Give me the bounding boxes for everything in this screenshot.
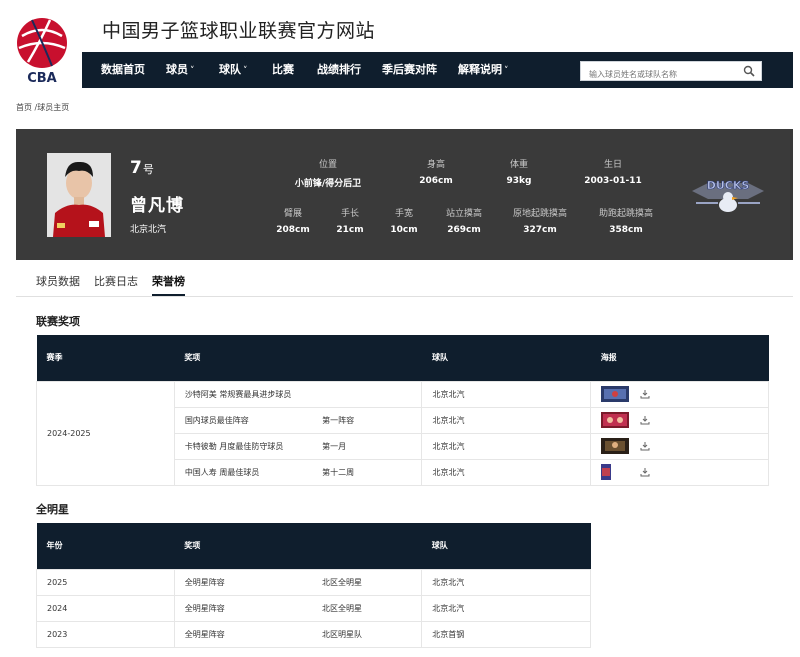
breadcrumb: 首页 /球员主页 <box>16 103 70 112</box>
chevron-down-icon: ˅ <box>243 66 248 76</box>
nav-standings[interactable]: 战绩排行 <box>317 52 361 88</box>
award-cell: 全明星阵容 <box>173 568 312 596</box>
stat-height: 身高 206cm <box>419 160 453 186</box>
player-card: 7号 曾凡博 北京北汽 位置 小前锋/得分后卫 身高 206cm 体重 93kg 生日… <box>16 129 793 260</box>
player-team: 北京北汽 <box>130 225 167 235</box>
logo-text: CBA <box>27 71 57 86</box>
year-cell: 2024 <box>36 594 175 622</box>
award-detail-cell: 北区全明星 <box>312 568 423 596</box>
award-cell: 全明星阵容 <box>173 594 312 622</box>
col-header: 海报 <box>590 335 769 381</box>
award-cell: 中国人寿 周最佳球员 <box>173 458 313 486</box>
col-header: 赛季 <box>36 335 175 381</box>
stat-position: 位置 小前锋/得分后卫 <box>294 160 362 189</box>
stat-weight: 体重 93kg <box>506 160 532 186</box>
team-cell: 北京北汽 <box>421 594 591 622</box>
stat-standing-vertical: 原地起跳摸高 327cm <box>512 209 567 235</box>
nav-playoffs[interactable]: 季后赛对阵 <box>382 52 437 88</box>
team-logo-text: DUCKS <box>707 179 750 192</box>
col-header: 年份 <box>36 523 175 569</box>
main-nav: 数据首页 球员 ˅ 球队 ˅ 比赛 战绩排行 季后赛对阵 解释说明 ˅ <box>82 52 793 88</box>
award-detail-cell: 第一阵容 <box>312 406 423 434</box>
tab-game-log[interactable]: 比赛日志 <box>94 273 138 294</box>
tab-player-stats[interactable]: 球员数据 <box>36 273 80 294</box>
poster-thumbnail[interactable] <box>601 412 630 428</box>
nav-games[interactable]: 比赛 <box>272 52 294 88</box>
poster-thumbnail[interactable] <box>601 386 630 402</box>
award-detail-cell: 第十二周 <box>312 458 423 486</box>
stat-running-vertical: 助跑起跳摸高 358cm <box>598 209 653 235</box>
player-photo <box>47 153 111 237</box>
search-input[interactable] <box>581 65 731 84</box>
award-detail-cell: 第一月 <box>312 432 423 460</box>
poster-thumbnail[interactable] <box>601 438 630 454</box>
table-row: 2024-2025 沙特阿美 常规赛最具进步球员 北京北汽 <box>36 380 769 486</box>
poster-cell <box>590 432 769 460</box>
download-icon[interactable] <box>640 441 650 451</box>
award-cell: 全明星阵容 <box>173 620 312 648</box>
league-awards-table: 赛季 奖项 球队 海报 2024-2025 沙特阿美 常规赛最具进步球员 北京北… <box>36 335 769 486</box>
award-cell: 卡特彼勒 月度最佳防守球员 <box>173 432 313 460</box>
nav-players[interactable]: 球员 ˅ <box>166 52 195 88</box>
stat-birthday: 生日 2003-01-11 <box>584 160 642 186</box>
nav-explanations[interactable]: 解释说明 ˅ <box>458 52 509 88</box>
team-cell: 北京北汽 <box>421 406 592 434</box>
team-cell: 北京北汽 <box>421 432 592 460</box>
search-box <box>580 61 762 84</box>
site-title: 中国男子篮球职业联赛官方网站 <box>102 20 376 42</box>
nav-teams[interactable]: 球队 ˅ <box>219 52 248 88</box>
col-header: 奖项 <box>174 523 422 569</box>
download-icon[interactable] <box>640 467 650 477</box>
chevron-down-icon: ˅ <box>504 66 509 76</box>
table-row: 2025 全明星阵容 北区全明星 北京北汽 <box>36 568 591 596</box>
all-star-table: 年份 奖项 球队 2025 全明星阵容 北区全明星 北京北汽 2024 全明星阵… <box>36 523 591 648</box>
season-cell: 2024-2025 <box>36 380 175 486</box>
col-header: 球队 <box>421 335 591 381</box>
table-row: 2023 全明星阵容 北区明星队 北京首钢 <box>36 620 591 648</box>
player-number: 7号 <box>130 158 154 178</box>
nav-data-home[interactable]: 数据首页 <box>101 52 145 88</box>
section-league-awards: 联赛奖项 <box>36 315 80 328</box>
poster-cell <box>590 458 769 486</box>
search-icon[interactable] <box>743 65 755 77</box>
poster-cell <box>590 406 769 434</box>
chevron-down-icon: ˅ <box>190 66 195 76</box>
col-header: 奖项 <box>174 335 422 381</box>
col-header: 球队 <box>421 523 591 569</box>
award-cell: 沙特阿美 常规赛最具进步球员 <box>173 380 423 408</box>
team-cell: 北京首钢 <box>421 620 591 648</box>
award-cell: 国内球员最佳阵容 <box>173 406 313 434</box>
team-cell: 北京北汽 <box>421 568 591 596</box>
download-icon[interactable] <box>640 389 650 399</box>
poster-cell <box>590 380 769 408</box>
download-icon[interactable] <box>640 415 650 425</box>
year-cell: 2025 <box>36 568 175 596</box>
tab-honors[interactable]: 荣誉榜 <box>152 273 185 296</box>
table-row: 2024 全明星阵容 北区全明星 北京北汽 <box>36 594 591 622</box>
section-all-star: 全明星 <box>36 503 69 516</box>
award-detail-cell: 北区全明星 <box>312 594 423 622</box>
player-name: 曾凡博 <box>130 196 184 216</box>
cba-logo[interactable]: CBA <box>14 16 70 86</box>
award-detail-cell: 北区明星队 <box>312 620 423 648</box>
poster-thumbnail[interactable] <box>601 464 612 480</box>
year-cell: 2023 <box>36 620 175 648</box>
profile-tabs: 球员数据 比赛日志 荣誉榜 <box>16 267 793 297</box>
team-cell: 北京北汽 <box>421 458 592 486</box>
team-logo[interactable]: DUCKS <box>688 169 768 221</box>
team-cell: 北京北汽 <box>421 380 592 408</box>
